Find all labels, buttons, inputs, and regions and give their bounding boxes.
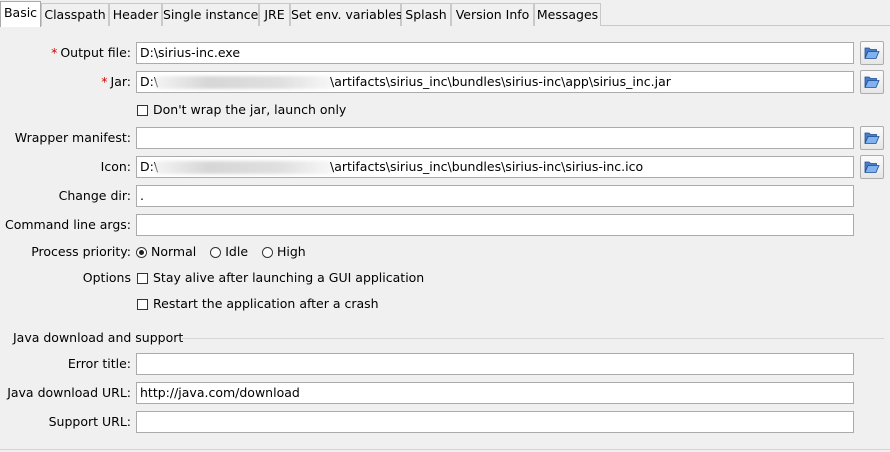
restart-label: Restart the application after a crash [153,296,379,311]
wrapper-manifest-browse-button[interactable] [860,126,884,150]
output-file-value: D:\sirius-inc.exe [140,45,241,60]
command-line-args-field[interactable] [136,214,854,236]
checkbox-box[interactable] [137,273,148,284]
redacted-blur [155,161,333,174]
output-file-field[interactable]: D:\sirius-inc.exe [136,42,854,64]
folder-open-icon [864,132,880,144]
change-dir-value: . [140,188,144,203]
bottom-divider [0,449,890,450]
required-marker: * [101,74,108,89]
radio-button[interactable] [262,247,273,258]
stay-alive-label: Stay alive after launching a GUI applica… [153,270,425,285]
process-priority-radio-group: Normal Idle High [136,243,316,261]
folder-open-icon [864,47,880,59]
support-url-label: Support URL: [48,414,131,429]
jar-browse-button[interactable] [860,70,884,94]
output-file-label-text: Output file: [60,45,131,60]
java-download-url-value: http://java.com/download [140,385,300,400]
priority-normal-radio[interactable]: Normal [136,243,196,261]
checkbox-box[interactable] [137,299,148,310]
priority-idle-radio[interactable]: Idle [210,243,248,261]
tab-jre[interactable]: JRE [259,3,290,26]
error-title-field[interactable] [136,353,854,375]
java-download-url-field[interactable]: http://java.com/download [136,382,854,404]
dont-wrap-label: Don't wrap the jar, launch only [153,102,347,117]
required-marker: * [51,45,58,60]
wrapper-manifest-label: Wrapper manifest: [14,130,131,145]
tab-splash[interactable]: Splash [401,3,451,26]
tab-header[interactable]: Header [109,3,162,26]
restart-checkbox[interactable]: Restart the application after a crash [137,295,379,313]
priority-normal-label: Normal [151,244,197,259]
checkbox-box[interactable] [137,105,148,116]
icon-browse-button[interactable] [860,155,884,179]
priority-high-label: High [277,244,306,259]
command-line-args-label: Command line args: [5,217,131,232]
change-dir-field[interactable]: . [136,185,854,207]
priority-idle-label: Idle [225,244,249,259]
jar-label: * Jar: [0,72,131,92]
error-title-label: Error title: [67,356,131,371]
tab-set-env-variables[interactable]: Set env. variables [290,3,402,26]
jar-value-suffix: \artifacts\sirius_inc\bundles\sirius-inc… [330,74,671,89]
process-priority-label: Process priority: [31,244,131,259]
tab-basic[interactable]: Basic [0,1,41,27]
output-file-label: * Output file: [0,43,131,63]
icon-value-suffix: \artifacts\sirius_inc\bundles\sirius-inc… [330,159,644,174]
java-download-section-title: Java download and support [13,330,184,345]
tab-bar: Basic Classpath Header Single instance J… [0,0,890,27]
output-file-browse-button[interactable] [860,41,884,65]
wrapper-manifest-field[interactable] [136,127,854,149]
tab-messages[interactable]: Messages [534,3,601,26]
radio-button[interactable] [210,247,222,258]
tab-single-instance[interactable]: Single instance [162,3,259,26]
tab-classpath[interactable]: Classpath [41,3,109,26]
section-divider [182,338,884,339]
icon-field[interactable]: D:\ \artifacts\sirius_inc\bundles\sirius… [136,156,854,178]
support-url-field[interactable] [136,411,854,433]
radio-button[interactable] [136,247,147,258]
jar-label-text: Jar: [110,74,131,89]
dont-wrap-checkbox[interactable]: Don't wrap the jar, launch only [137,101,346,119]
java-download-url-label: Java download URL: [7,385,131,400]
tab-version-info[interactable]: Version Info [451,3,534,26]
jar-field[interactable]: D:\ \artifacts\sirius_inc\bundles\sirius… [136,71,854,93]
redacted-blur [155,76,333,89]
options-label: Options [82,270,131,285]
stay-alive-checkbox[interactable]: Stay alive after launching a GUI applica… [137,269,424,287]
priority-high-radio[interactable]: High [262,243,306,261]
change-dir-label: Change dir: [58,188,131,203]
icon-label: Icon: [100,159,131,174]
folder-open-icon [864,161,880,173]
folder-open-icon [864,76,880,88]
